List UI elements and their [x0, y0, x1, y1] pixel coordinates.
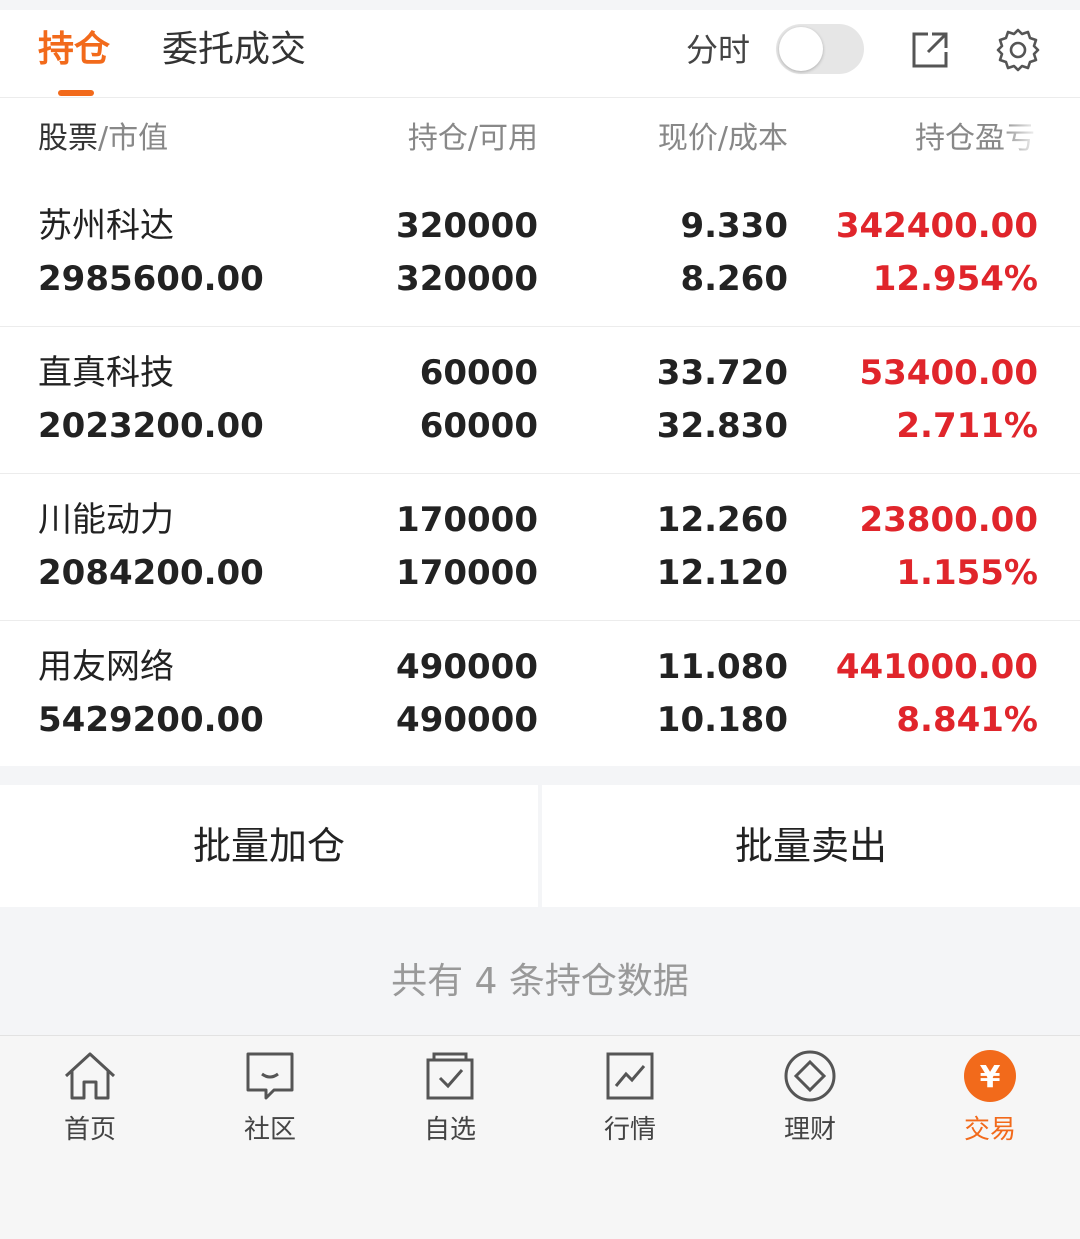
nav-community-label: 社区 [243, 1115, 296, 1145]
fenshi-toggle[interactable] [776, 24, 864, 74]
holding-row[interactable]: 用友网络 5429200.00 490000 490000 11.080 10.… [0, 621, 1080, 766]
pl-percent: 1.155% [896, 553, 1038, 593]
nav-market-label: 行情 [603, 1115, 656, 1145]
batch-actions: 批量加仓 批量卖出 [0, 785, 1080, 907]
chat-icon [246, 1052, 294, 1100]
pl-amount: 53400.00 [859, 353, 1038, 393]
market-value: 2084200.00 [38, 553, 264, 593]
status-strip [0, 0, 1080, 10]
stock-name: 川能动力 [38, 500, 174, 540]
gear-icon[interactable] [994, 26, 1042, 74]
yen-icon: ¥ [964, 1050, 1016, 1102]
nav-community[interactable]: 社区 [210, 1046, 330, 1156]
pl-percent: 12.954% [872, 259, 1038, 299]
available-quantity: 60000 [419, 406, 538, 446]
pl-amount: 342400.00 [835, 206, 1038, 246]
watchlist-icon [426, 1052, 474, 1100]
col-cost-label: /成本 [717, 121, 788, 156]
market-value: 2023200.00 [38, 406, 264, 446]
stock-name: 用友网络 [38, 647, 174, 687]
share-icon[interactable] [906, 26, 954, 74]
available-quantity: 490000 [396, 700, 538, 740]
current-price: 33.720 [656, 353, 788, 393]
nav-wealth-label: 理财 [783, 1115, 836, 1145]
nav-market[interactable]: 行情 [570, 1046, 690, 1156]
col-price-header[interactable]: 现价/成本 [658, 120, 788, 158]
holding-quantity: 170000 [396, 500, 538, 540]
holdings-column-header: 股票/市值 持仓/可用 现价/成本 持仓盈亏 [0, 98, 1080, 180]
holdings-count-summary: 共有 4 条持仓数据 [391, 961, 689, 1002]
pl-percent: 2.711% [896, 406, 1038, 446]
yen-symbol: ¥ [980, 1060, 1001, 1095]
holdings-list: 苏州科达 2985600.00 320000 320000 9.330 8.26… [0, 180, 1080, 766]
nav-wealth[interactable]: 理财 [750, 1046, 870, 1156]
active-tab-indicator [58, 90, 94, 96]
tab-orders-trades[interactable]: 委托成交 [162, 28, 306, 72]
cost-price: 10.180 [656, 700, 788, 740]
holding-quantity: 60000 [419, 353, 538, 393]
nav-trade-label: 交易 [963, 1115, 1016, 1145]
market-value: 2985600.00 [38, 259, 264, 299]
current-price: 9.330 [680, 206, 788, 246]
stock-name: 直真科技 [38, 353, 174, 393]
nav-home-label: 首页 [63, 1115, 116, 1145]
pl-amount: 441000.00 [835, 647, 1038, 687]
fenshi-label: 分时 [686, 31, 751, 69]
top-header: 持仓 委托成交 分时 [0, 10, 1080, 98]
col-qty-label: 持仓 [407, 121, 468, 156]
toggle-knob [779, 27, 823, 71]
nav-watchlist-label: 自选 [423, 1115, 476, 1145]
col-price-label: 现价 [657, 121, 718, 156]
pl-amount: 23800.00 [859, 500, 1038, 540]
nav-watchlist[interactable]: 自选 [390, 1046, 510, 1156]
nav-home[interactable]: 首页 [30, 1046, 150, 1156]
col-stock-header[interactable]: 股票/市值 [38, 120, 168, 158]
stock-name: 苏州科达 [38, 206, 174, 246]
chart-icon [606, 1052, 654, 1100]
col-avail-label: /可用 [467, 121, 538, 156]
home-icon [64, 1052, 116, 1100]
holding-row[interactable]: 直真科技 2023200.00 60000 60000 33.720 32.83… [0, 327, 1080, 474]
market-value: 5429200.00 [38, 700, 264, 740]
holding-quantity: 320000 [396, 206, 538, 246]
header-fade [1000, 112, 1040, 156]
col-stock-label: 股票 [38, 121, 98, 156]
col-mv-label: /市值 [98, 121, 169, 156]
cost-price: 32.830 [656, 406, 788, 446]
diamond-icon [784, 1050, 836, 1102]
holding-row[interactable]: 川能动力 2084200.00 170000 170000 12.260 12.… [0, 474, 1080, 621]
holding-row[interactable]: 苏州科达 2985600.00 320000 320000 9.330 8.26… [0, 180, 1080, 327]
col-qty-header[interactable]: 持仓/可用 [408, 120, 538, 158]
cost-price: 12.120 [656, 553, 788, 593]
nav-trade[interactable]: ¥ 交易 [930, 1046, 1050, 1156]
available-quantity: 320000 [396, 259, 538, 299]
holding-quantity: 490000 [396, 647, 538, 687]
pl-percent: 8.841% [896, 700, 1038, 740]
available-quantity: 170000 [396, 553, 538, 593]
batch-sell-button[interactable]: 批量卖出 [542, 785, 1080, 907]
batch-add-button[interactable]: 批量加仓 [0, 785, 538, 907]
tab-positions[interactable]: 持仓 [38, 28, 110, 72]
bottom-nav: 首页 社区 自选 行情 理财 ¥ 交易 [0, 1035, 1080, 1239]
cost-price: 8.260 [680, 259, 788, 299]
current-price: 12.260 [656, 500, 788, 540]
current-price: 11.080 [656, 647, 788, 687]
